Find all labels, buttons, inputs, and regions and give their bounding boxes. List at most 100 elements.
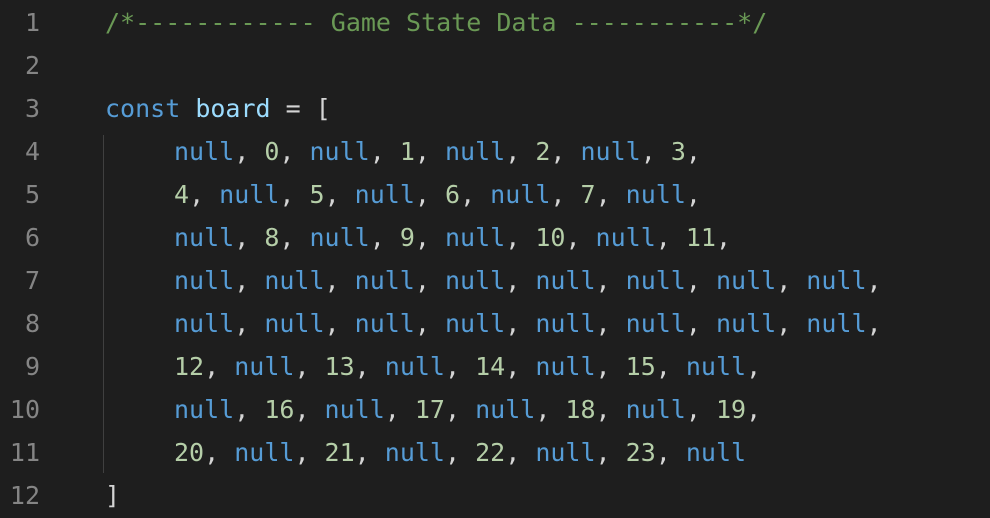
- code-punctuation: ,: [866, 266, 882, 295]
- code-number: 15: [625, 352, 656, 381]
- code-punctuation: ,: [505, 438, 536, 467]
- code-keyword: null: [444, 266, 506, 295]
- code-keyword: null: [384, 352, 445, 381]
- code-number: 20: [174, 438, 205, 467]
- code-punctuation: ,: [234, 395, 265, 424]
- code-keyword: null: [535, 352, 596, 381]
- code-line[interactable]: 3 const board = [: [0, 87, 990, 130]
- line-number: 10: [9, 395, 40, 424]
- code-keyword: null: [625, 309, 686, 338]
- code-punctuation: ,: [234, 309, 265, 338]
- code-keyword: null: [234, 438, 295, 467]
- line-number: 4: [24, 137, 40, 166]
- code-number: 3: [670, 137, 686, 166]
- line-code: const board = [: [105, 87, 331, 130]
- code-punctuation: ,: [324, 266, 355, 295]
- line-code: /*------------ Game State Data ---------…: [105, 1, 767, 44]
- code-line[interactable]: 8 null, null, null, null, null, null, nul…: [0, 302, 990, 345]
- code-line[interactable]: 7 null, null, null, null, null, null, nul…: [0, 259, 990, 302]
- code-punctuation: ,: [234, 137, 265, 166]
- line-number: 3: [24, 94, 40, 123]
- code-line[interactable]: 11 20, null, 21, null, 22, null, 23, null: [0, 431, 990, 474]
- code-identifier: board: [195, 94, 271, 123]
- code-punctuation: ,: [655, 352, 686, 381]
- code-keyword: null: [174, 309, 235, 338]
- code-keyword: null: [715, 309, 777, 338]
- line-number: 7: [24, 266, 40, 295]
- code-line[interactable]: 1 /*------------ Game State Data --------…: [0, 1, 990, 44]
- code-line[interactable]: 5 4, null, 5, null, 6, null, 7, null,: [0, 173, 990, 216]
- code-line[interactable]: 4 null, 0, null, 1, null, 2, null, 3,: [0, 130, 990, 173]
- code-punctuation: ,: [685, 137, 701, 166]
- code-punctuation: ,: [369, 137, 400, 166]
- code-keyword: null: [174, 266, 235, 295]
- code-keyword: const: [105, 94, 181, 123]
- code-keyword: null: [535, 266, 596, 295]
- code-punctuation: ,: [505, 352, 536, 381]
- code-punctuation: ,: [204, 438, 235, 467]
- code-number: 6: [445, 180, 461, 209]
- code-punctuation: ,: [640, 137, 671, 166]
- code-number: 13: [324, 352, 355, 381]
- code-number: 0: [264, 137, 280, 166]
- code-line[interactable]: 6 null, 8, null, 9, null, 10, null, 11,: [0, 216, 990, 259]
- code-keyword: null: [174, 395, 235, 424]
- line-number: 5: [24, 180, 40, 209]
- code-number: 16: [264, 395, 295, 424]
- code-punctuation: ,: [746, 395, 762, 424]
- code-punctuation: ,: [505, 309, 536, 338]
- code-number: 7: [580, 180, 596, 209]
- code-keyword: null: [174, 223, 235, 252]
- code-punctuation: ,: [595, 352, 626, 381]
- code-line[interactable]: 12]: [0, 474, 990, 517]
- code-punctuation: ,: [294, 352, 325, 381]
- code-number: 11: [685, 223, 716, 252]
- code-keyword: null: [715, 266, 777, 295]
- code-punctuation: ,: [279, 137, 310, 166]
- code-keyword: null: [309, 223, 370, 252]
- line-code: null, 8, null, 9, null, 10, null, 11,: [174, 216, 731, 259]
- code-punctuation: ,: [595, 309, 626, 338]
- code-number: 18: [565, 395, 596, 424]
- code-punctuation: ,: [685, 309, 716, 338]
- line-number: 8: [24, 309, 40, 338]
- code-punctuation: ,: [746, 352, 762, 381]
- code-keyword: null: [625, 395, 686, 424]
- code-keyword: null: [625, 180, 686, 209]
- code-keyword: null: [685, 438, 747, 467]
- code-number: 4: [174, 180, 190, 209]
- code-punctuation: ,: [444, 438, 476, 467]
- code-punctuation: ,: [595, 266, 626, 295]
- code-keyword: null: [595, 223, 656, 252]
- code-number: 12: [174, 352, 205, 381]
- code-keyword: null: [445, 137, 506, 166]
- code-keyword: null: [324, 395, 385, 424]
- code-keyword: null: [384, 438, 445, 467]
- code-keyword: null: [174, 137, 235, 166]
- code-punctuation: ,: [685, 395, 716, 424]
- code-punctuation: ,: [595, 395, 626, 424]
- code-keyword: null: [475, 395, 536, 424]
- code-punctuation: [180, 94, 195, 123]
- line-code: 4, null, 5, null, 6, null, 7, null,: [174, 173, 701, 216]
- line-number: 9: [24, 352, 40, 381]
- code-keyword: null: [490, 180, 551, 209]
- code-keyword: null: [806, 266, 867, 295]
- code-number: 5: [309, 180, 325, 209]
- code-keyword: null: [625, 266, 686, 295]
- line-code: null, 16, null, 17, null, 18, null, 19,: [174, 388, 761, 431]
- code-line[interactable]: 2: [0, 44, 990, 87]
- code-number: 22: [475, 438, 506, 467]
- code-line[interactable]: 9 12, null, 13, null, 14, null, 15, null,: [0, 345, 990, 388]
- code-punctuation: ,: [414, 180, 445, 209]
- code-editor[interactable]: 1 /*------------ Game State Data --------…: [0, 0, 990, 518]
- line-code: 20, null, 21, null, 22, null, 23, null: [174, 431, 746, 474]
- code-punctuation: ,: [505, 223, 536, 252]
- code-punctuation: ,: [595, 180, 626, 209]
- code-keyword: null: [806, 309, 867, 338]
- code-punctuation: ,: [189, 180, 220, 209]
- code-punctuation: ,: [550, 137, 581, 166]
- line-code: null, null, null, null, null, null, null…: [174, 302, 882, 345]
- code-punctuation: ,: [234, 266, 265, 295]
- code-line[interactable]: 10 null, 16, null, 17, null, 18, null, 19…: [0, 388, 990, 431]
